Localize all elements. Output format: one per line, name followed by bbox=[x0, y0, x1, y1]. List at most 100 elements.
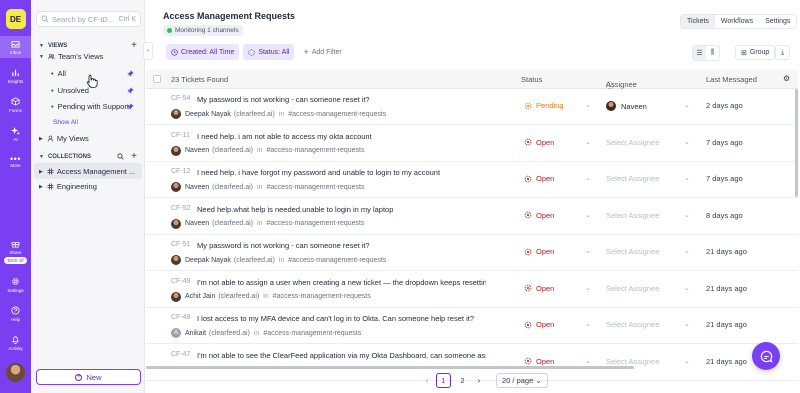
page-size-select[interactable]: 20 / page ⌄ bbox=[496, 373, 548, 388]
assignee-select[interactable]: Select Assignee bbox=[606, 247, 659, 256]
rail-ai[interactable]: AI bbox=[0, 123, 31, 145]
chevron-down-icon[interactable]: ⌄ bbox=[684, 211, 690, 219]
ticket-subject[interactable]: I lost access to my MFA device and can't… bbox=[197, 314, 474, 323]
table-row[interactable]: CF-51 My password is not working - can so… bbox=[146, 235, 798, 271]
ticket-id[interactable]: CF-52 bbox=[171, 205, 190, 212]
show-all-link[interactable]: Show All bbox=[53, 119, 78, 126]
status-dropdown[interactable]: Open bbox=[524, 174, 554, 183]
ticket-id[interactable]: CF-47 bbox=[171, 351, 190, 358]
chat-support-button[interactable] bbox=[752, 342, 780, 370]
search-input[interactable]: Search by CF-ID... Ctrl K bbox=[36, 11, 141, 27]
view-item-all[interactable]: • All bbox=[51, 69, 66, 78]
status-dropdown[interactable]: Pending bbox=[524, 101, 564, 110]
collection-item-engineering[interactable]: ▶ Engineering bbox=[39, 182, 97, 191]
chevron-down-icon[interactable]: ⌄ bbox=[585, 284, 591, 292]
chevron-down-icon[interactable]: ⌄ bbox=[684, 247, 690, 255]
channel-name[interactable]: #access-management-requests bbox=[266, 220, 364, 227]
column-header-status[interactable]: Status bbox=[521, 75, 542, 84]
created-filter-chip[interactable]: Created: All Time bbox=[166, 44, 240, 60]
rail-forms[interactable]: Forms bbox=[0, 94, 31, 116]
assignee-select[interactable]: Select Assignee bbox=[606, 284, 659, 293]
chevron-down-icon[interactable]: ⌄ bbox=[684, 357, 690, 365]
rail-share[interactable]: Share $250 off bbox=[0, 236, 31, 267]
table-row[interactable]: CF-48 I lost access to my MFA device and … bbox=[146, 308, 798, 344]
status-dropdown[interactable]: Open bbox=[524, 138, 554, 147]
table-row[interactable]: CF-11 I need help. i am not able to acces… bbox=[146, 125, 798, 162]
workspace-avatar[interactable]: DE bbox=[5, 9, 26, 29]
assignee-select[interactable]: Naveen bbox=[606, 101, 647, 111]
rail-settings[interactable]: Settings bbox=[0, 274, 31, 296]
user-avatar[interactable] bbox=[6, 363, 25, 382]
chevron-down-icon[interactable]: ⌄ bbox=[585, 357, 591, 365]
ticket-subject[interactable]: I'm not able to assign a user when creat… bbox=[197, 278, 486, 287]
tab-settings[interactable]: Settings bbox=[759, 15, 796, 28]
tab-tickets[interactable]: Tickets bbox=[681, 15, 715, 28]
my-views-toggle[interactable]: ▶ My Views bbox=[39, 134, 89, 143]
ticket-subject[interactable]: I need help. i am not able to access my … bbox=[197, 132, 372, 141]
chevron-down-icon[interactable]: ⌄ bbox=[684, 320, 690, 328]
status-filter-chip[interactable]: Status: All bbox=[243, 44, 295, 60]
pin-icon[interactable] bbox=[127, 103, 134, 110]
channel-name[interactable]: #access-management-requests bbox=[288, 257, 386, 264]
view-item-unsolved[interactable]: • Unsolved bbox=[51, 86, 89, 95]
channel-name[interactable]: #access-management-requests bbox=[266, 147, 364, 154]
status-dropdown[interactable]: Open bbox=[524, 320, 554, 329]
add-filter-button[interactable]: + Add Filter bbox=[298, 44, 346, 60]
assignee-select[interactable]: Select Assignee bbox=[606, 357, 659, 366]
next-page-icon[interactable]: › bbox=[472, 376, 486, 385]
page-2-button[interactable]: 2 bbox=[455, 373, 470, 388]
assignee-select[interactable]: Select Assignee bbox=[606, 320, 659, 329]
monitoring-badge[interactable]: Monitoring 1 channels bbox=[163, 25, 243, 36]
search-icon[interactable] bbox=[117, 153, 124, 160]
pin-icon[interactable] bbox=[127, 87, 134, 94]
column-settings-icon[interactable]: ⚙ bbox=[783, 74, 790, 83]
status-dropdown[interactable]: Open bbox=[524, 357, 554, 366]
chevron-down-icon[interactable]: ⌄ bbox=[585, 138, 591, 146]
add-view-icon[interactable]: + bbox=[131, 40, 137, 51]
collapse-sidebar-button[interactable]: ‹ bbox=[143, 42, 153, 60]
channel-name[interactable]: #access-management-requests bbox=[288, 111, 386, 118]
chevron-down-icon[interactable]: ⌄ bbox=[585, 211, 591, 219]
teams-views-toggle[interactable]: ▼ Team's Views bbox=[39, 52, 103, 61]
assignee-select[interactable]: Select Assignee bbox=[606, 174, 659, 183]
table-row[interactable]: CF-12 I need help. i have forgot my passw… bbox=[146, 162, 798, 198]
ticket-id[interactable]: CF-54 bbox=[171, 95, 190, 102]
list-view-icon[interactable]: ☰ bbox=[693, 46, 706, 60]
ticket-subject[interactable]: My password is not working - can someone… bbox=[197, 241, 370, 250]
vertical-scrollbar[interactable] bbox=[795, 89, 798, 197]
ticket-id[interactable]: CF-49 bbox=[171, 278, 190, 285]
ticket-id[interactable]: CF-12 bbox=[171, 168, 190, 175]
new-button[interactable]: + New bbox=[36, 369, 141, 385]
column-header-last-messaged[interactable]: Last Messaged bbox=[706, 75, 757, 84]
collections-section-header[interactable]: ▼ COLLECTIONS + bbox=[39, 151, 137, 162]
view-item-pending-with-support[interactable]: • Pending with Support bbox=[51, 102, 129, 111]
assignee-select[interactable]: Select Assignee bbox=[606, 211, 659, 220]
views-section-header[interactable]: ▼ VIEWS + bbox=[39, 40, 137, 51]
select-all-checkbox[interactable] bbox=[153, 75, 161, 83]
assignee-select[interactable]: Select Assignee bbox=[606, 138, 659, 147]
table-row[interactable]: CF-52 Need help.what help is needed.unabl… bbox=[146, 198, 798, 235]
rail-inbox[interactable]: Inbox bbox=[0, 36, 31, 58]
tab-workflows[interactable]: Workflows bbox=[715, 15, 759, 28]
ticket-id[interactable]: CF-11 bbox=[171, 132, 190, 139]
ticket-subject[interactable]: I need help. i have forgot my password a… bbox=[197, 168, 440, 177]
collection-item-access-management[interactable]: ▶ Access Management ... bbox=[39, 167, 135, 176]
rail-help[interactable]: Help bbox=[0, 303, 31, 325]
channel-name[interactable]: #access-management-requests bbox=[266, 184, 364, 191]
ticket-subject[interactable]: My password is not working - can someone… bbox=[197, 95, 370, 104]
chevron-down-icon[interactable]: ⌄ bbox=[684, 174, 690, 182]
channel-name[interactable]: #access-management-requests bbox=[273, 293, 371, 300]
board-view-icon[interactable]: ⫼ bbox=[706, 46, 719, 60]
horizontal-scrollbar[interactable] bbox=[146, 366, 634, 369]
ticket-subject[interactable]: I'm not able to see the ClearFeed applic… bbox=[197, 351, 486, 360]
pin-icon[interactable] bbox=[127, 70, 134, 77]
status-dropdown[interactable]: Open bbox=[524, 247, 554, 256]
chevron-down-icon[interactable]: ⌄ bbox=[585, 101, 591, 109]
status-dropdown[interactable]: Open bbox=[524, 284, 554, 293]
rail-more[interactable]: ••• More bbox=[0, 152, 31, 171]
prev-page-icon[interactable]: ‹ bbox=[420, 376, 434, 385]
chevron-down-icon[interactable]: ⌄ bbox=[585, 174, 591, 182]
add-collection-icon[interactable]: + bbox=[131, 151, 137, 162]
table-row[interactable]: CF-49 I'm not able to assign a user when … bbox=[146, 271, 798, 308]
chevron-down-icon[interactable]: ⌄ bbox=[684, 284, 690, 292]
